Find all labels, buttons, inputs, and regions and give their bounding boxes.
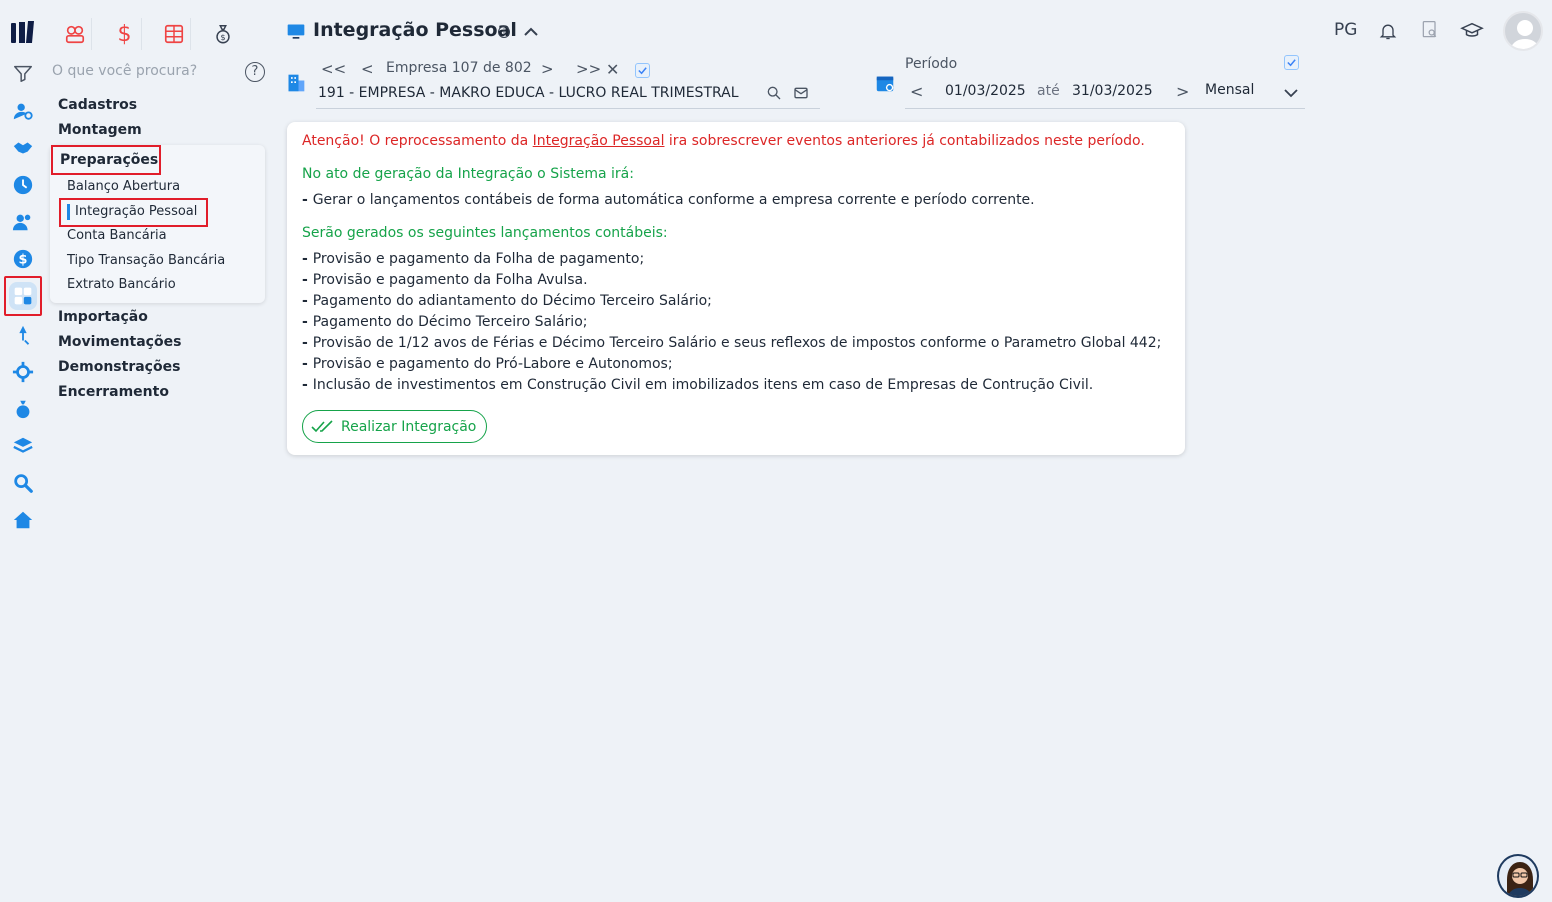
graduation-cap-icon[interactable]: [1460, 20, 1484, 46]
checkmark-icon: [638, 67, 647, 75]
page-title: Integração Pessoal: [313, 19, 517, 41]
menu-group-montagem[interactable]: Montagem: [58, 122, 142, 138]
period-underline: [905, 108, 1305, 109]
warning-text: Atenção! O reprocessamento da Integração…: [302, 133, 1145, 149]
home-icon[interactable]: [10, 507, 36, 533]
help-icon[interactable]: ?: [245, 62, 265, 82]
handshake-icon[interactable]: [10, 135, 36, 161]
svg-text:$: $: [220, 32, 225, 42]
clear-company-button[interactable]: ✕: [606, 60, 619, 79]
warning-link[interactable]: Integração Pessoal: [533, 133, 665, 149]
top-app-people[interactable]: [58, 18, 92, 50]
top-app-finance[interactable]: $: [108, 18, 142, 50]
company-underline: [316, 108, 820, 109]
user-avatar-icon: [1510, 20, 1540, 49]
checkmark-icon: [1287, 59, 1296, 67]
users-icon[interactable]: [10, 209, 36, 235]
submenu-item-tipo-transacao-bancaria[interactable]: Tipo Transação Bancária: [67, 253, 225, 268]
list-item: - Inclusão de investimentos em Construçã…: [302, 377, 1094, 393]
building-icon: [286, 72, 306, 98]
active-indicator: [67, 204, 70, 220]
submenu-item-integracao-pessoal[interactable]: Integração Pessoal: [75, 204, 197, 219]
period-until-label: até: [1037, 83, 1060, 99]
section1-title: No ato de geração da Integração o Sistem…: [302, 166, 634, 182]
network-icon[interactable]: [10, 359, 36, 385]
people-icon: [65, 25, 84, 44]
monitor-icon: [286, 22, 306, 46]
integration-card: Atenção! O reprocessamento da Integração…: [287, 122, 1185, 455]
submenu-item-extrato-bancario[interactable]: Extrato Bancário: [67, 277, 176, 292]
last-company-button[interactable]: >>: [576, 60, 601, 78]
submenu-item-conta-bancaria[interactable]: Conta Bancária: [67, 228, 167, 243]
list-item: - Provisão de 1/12 avos de Férias e Déci…: [302, 335, 1162, 351]
menu-group-cadastros[interactable]: Cadastros: [58, 97, 137, 113]
double-check-icon: [311, 419, 333, 432]
company-name[interactable]: 191 - EMPRESA - MAKRO EDUCA - LUCRO REAL…: [318, 85, 739, 101]
filter-icon[interactable]: [10, 60, 36, 86]
collapse-chevron-icon[interactable]: [522, 24, 540, 43]
prev-period-button[interactable]: <: [910, 82, 923, 101]
period-end[interactable]: 31/03/2025: [1072, 83, 1153, 99]
money-bag-rail-icon[interactable]: [10, 396, 36, 422]
menu-group-encerramento[interactable]: Encerramento: [58, 384, 169, 400]
top-app-money[interactable]: $: [206, 18, 240, 50]
mail-icon[interactable]: [793, 85, 809, 105]
pen-tool-icon[interactable]: [10, 322, 36, 348]
company-counter: Empresa 107 de 802: [386, 60, 532, 76]
frequency-select[interactable]: Mensal: [1205, 82, 1254, 98]
menu-group-movimentacoes[interactable]: Movimentações: [58, 334, 181, 350]
realizar-integracao-label: Realizar Integração: [341, 418, 477, 435]
avatar[interactable]: [1503, 11, 1543, 51]
app-logo[interactable]: [10, 19, 38, 45]
user-initials[interactable]: PG: [1334, 20, 1357, 40]
info-icon[interactable]: i: [498, 26, 510, 38]
company-nav-label: Empresa: [386, 60, 448, 76]
dollar-icon: $: [117, 21, 132, 47]
menu-group-importacao[interactable]: Importação: [58, 309, 148, 325]
accounting-module-icon[interactable]: [4, 276, 42, 316]
clock-icon[interactable]: [10, 172, 36, 198]
calculator-grid-icon: [164, 24, 183, 44]
menu-group-demonstracoes[interactable]: Demonstrações: [58, 359, 180, 375]
top-app-accounting[interactable]: [157, 18, 191, 50]
company-current: 107: [451, 60, 479, 76]
company-total: 802: [504, 60, 532, 76]
list-item: - Provisão e pagamento da Folha Avulsa.: [302, 272, 588, 288]
next-company-button[interactable]: >: [541, 60, 554, 78]
next-period-button[interactable]: >: [1176, 82, 1189, 101]
dollar-coin-icon[interactable]: $: [10, 246, 36, 272]
menu-search-input[interactable]: O que você procura?: [52, 63, 197, 79]
chevron-down-icon[interactable]: [1283, 84, 1299, 103]
company-of-label: de: [482, 60, 501, 76]
period-label: Período: [905, 56, 958, 72]
user-settings-icon[interactable]: [10, 98, 36, 124]
report-search-icon[interactable]: [1420, 19, 1440, 45]
svg-text:$: $: [19, 253, 28, 268]
search-rail-icon[interactable]: [10, 470, 36, 496]
company-search-icon[interactable]: [766, 85, 782, 105]
menu-group-preparacoes[interactable]: Preparações: [60, 152, 158, 168]
bell-icon[interactable]: [1378, 20, 1398, 46]
list-item: - Provisão e pagamento da Folha de pagam…: [302, 251, 645, 267]
company-checkbox[interactable]: [635, 63, 650, 78]
list-item: - Pagamento do adiantamento do Décimo Te…: [302, 293, 712, 309]
assistant-avatar[interactable]: [1497, 854, 1539, 898]
first-company-button[interactable]: <<: [321, 60, 346, 78]
section2-title: Serão gerados os seguintes lançamentos c…: [302, 225, 668, 241]
warning-suffix: ira sobrescrever eventos anteriores já c…: [664, 133, 1145, 149]
layers-icon[interactable]: [10, 433, 36, 459]
list-item: - Pagamento do Décimo Terceiro Salário;: [302, 314, 588, 330]
money-bag-icon: $: [216, 25, 230, 44]
list-item: - Provisão e pagamento do Pró-Labore e A…: [302, 356, 673, 372]
warning-prefix: Atenção! O reprocessamento da: [302, 133, 533, 149]
logo-icon: [11, 21, 34, 43]
period-start[interactable]: 01/03/2025: [945, 83, 1026, 99]
list-item: - Gerar o lançamentos contábeis de forma…: [302, 192, 1035, 208]
period-checkbox[interactable]: [1284, 55, 1299, 70]
assistant-icon: [1507, 862, 1533, 896]
calendar-icon: [874, 72, 896, 98]
prev-company-button[interactable]: <: [361, 60, 374, 78]
submenu-item-balanco-abertura[interactable]: Balanço Abertura: [67, 179, 180, 194]
realizar-integracao-button[interactable]: Realizar Integração: [302, 410, 487, 443]
